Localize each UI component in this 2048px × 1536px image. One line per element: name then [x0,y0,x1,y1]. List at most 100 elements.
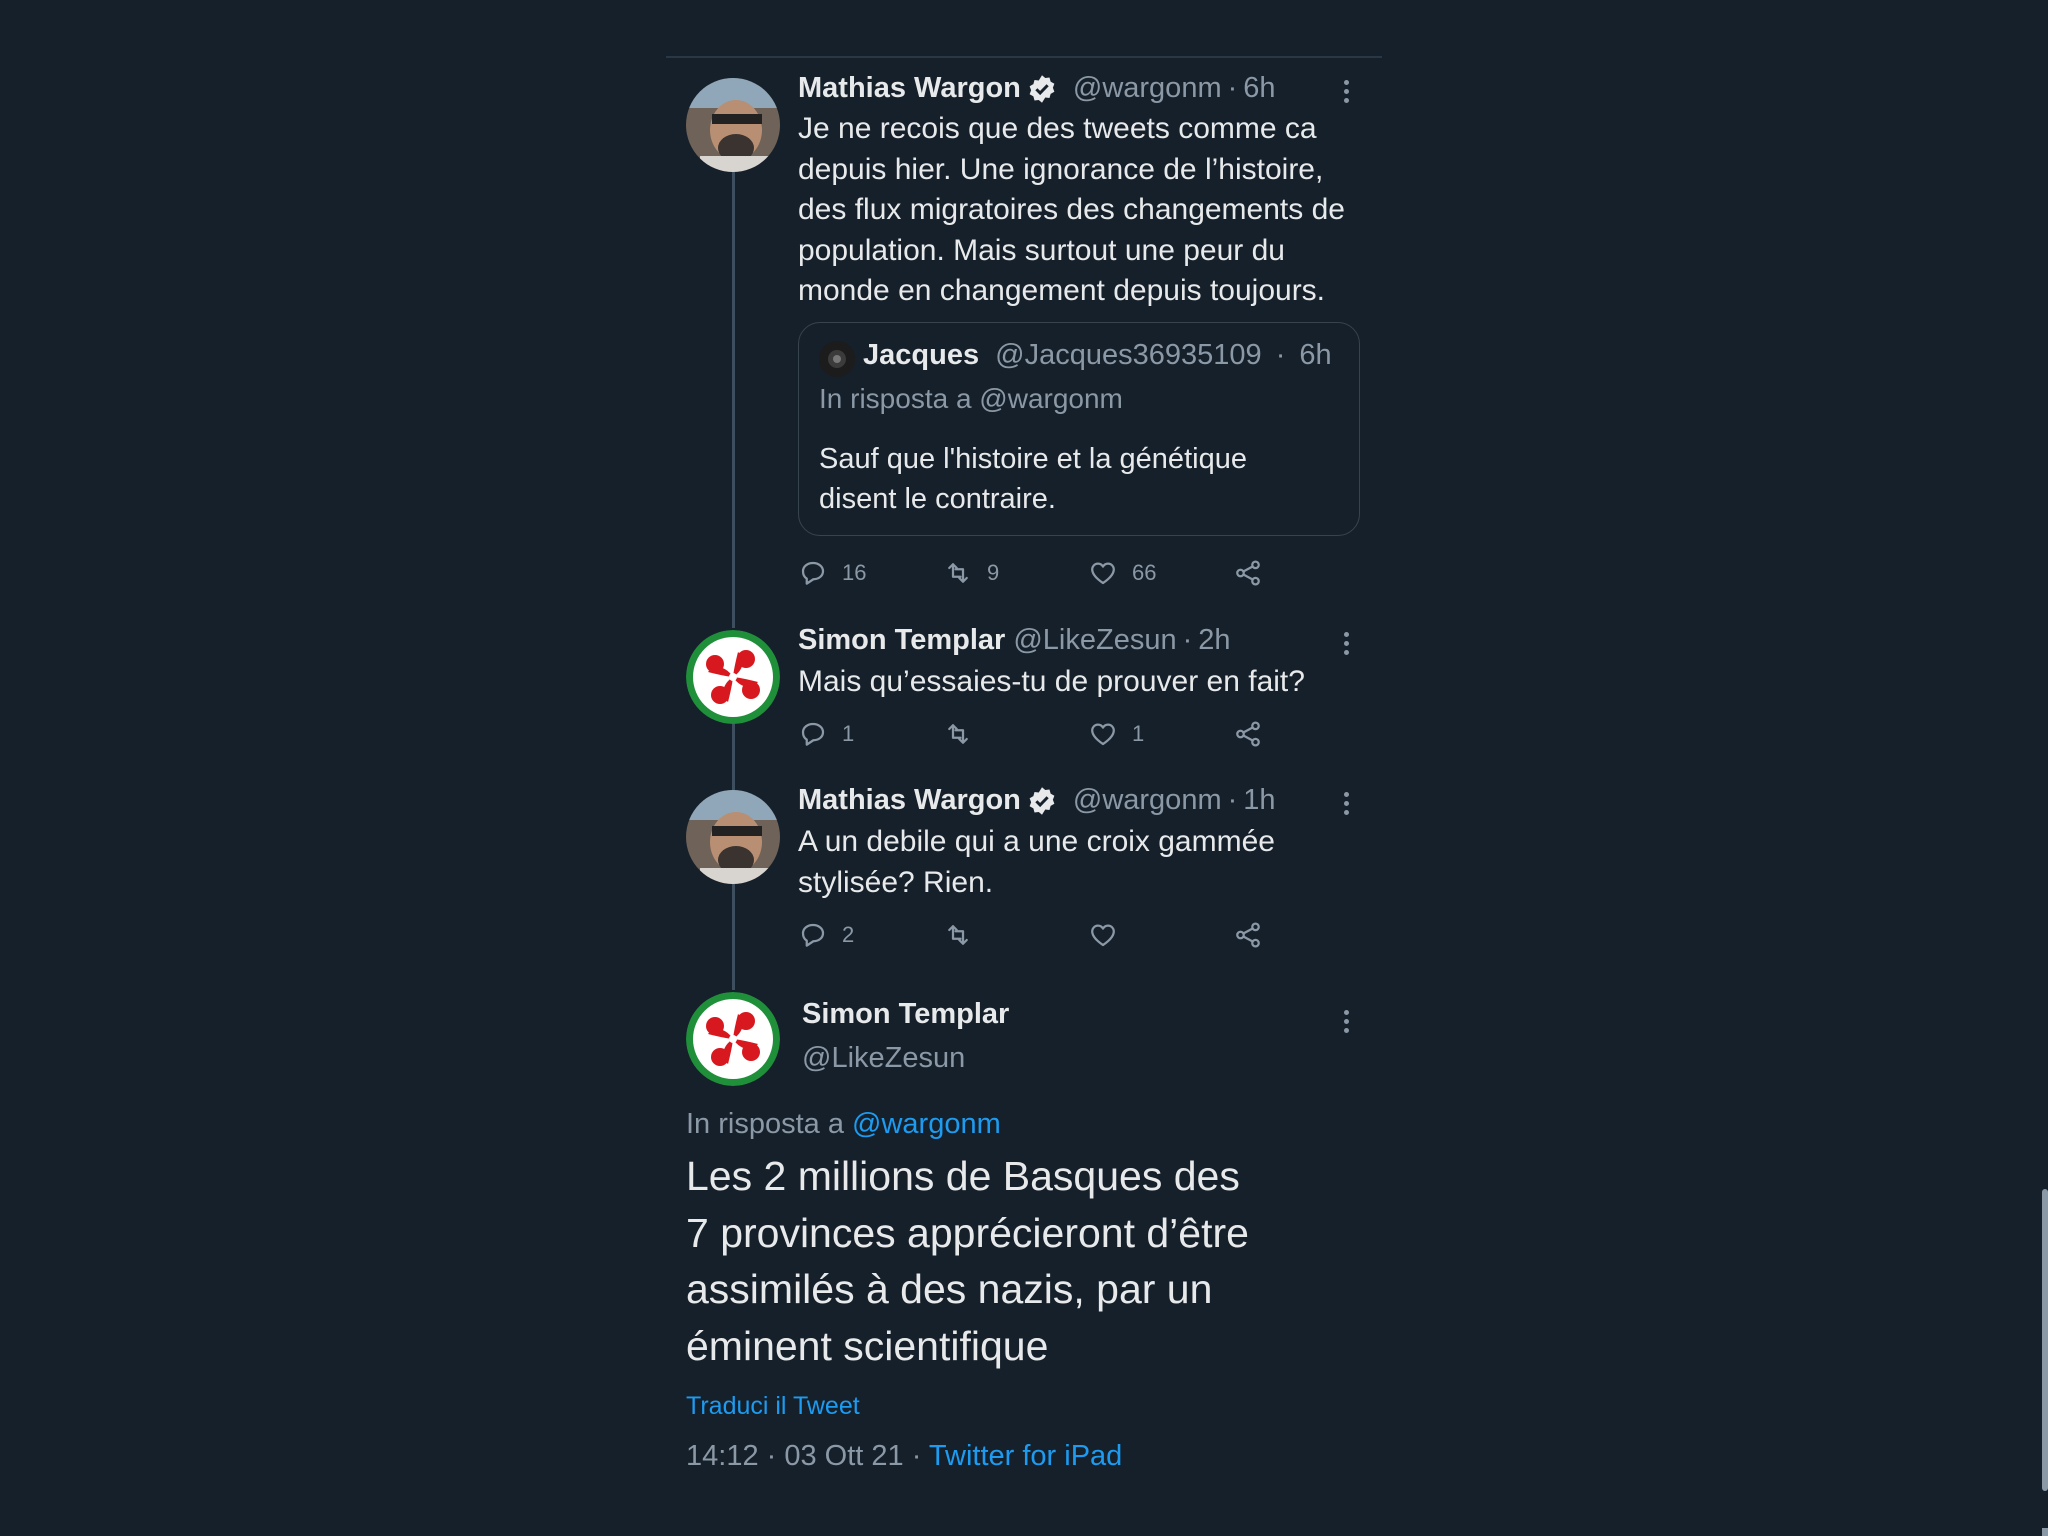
tweet-text: Je ne recois que des tweets comme ca dep… [798,109,1368,312]
share-button[interactable] [1233,918,1263,952]
text-line: Sauf que l'histoire et la génétique [819,443,1247,475]
quote-reply-context: In risposta a @wargonm [819,383,1123,414]
thread-connector [732,720,735,790]
tweet-header: Mathias Wargon @wargonm · 1h [798,784,1276,817]
like-button[interactable] [1088,918,1118,952]
quote-text: Sauf que l'histoire et la génétique dise… [819,439,1339,519]
translate-tweet-link[interactable]: Traduci il Tweet [686,1392,860,1421]
text-line: stylisée? Rien. [798,865,994,899]
tweet-actions: 2 [798,918,1278,952]
text-line: des flux migratoires des changements de [798,193,1345,226]
retweet-button[interactable] [943,717,987,751]
separator: · [1227,72,1238,104]
author-name[interactable]: Simon Templar [798,624,1005,657]
timestamp[interactable]: 2h [1198,624,1230,657]
text-line: A un debile qui a une croix gammée [798,825,1275,858]
reply-button[interactable]: 1 [798,717,854,751]
tweet-header: Mathias Wargon @wargonm · 6h [798,72,1276,105]
quote-header: Jacques @Jacques36935109 · 6h [863,339,1332,372]
share-button[interactable] [1233,556,1263,590]
avatar[interactable] [686,78,780,172]
reply-count: 16 [842,560,867,585]
author-handle[interactable]: @LikeZesun [802,1042,965,1075]
conversation-thread: Mathias Wargon @wargonm · 6h Je ne recoi… [666,0,2048,1536]
timestamp[interactable]: 6h [1243,72,1275,105]
retweet-count: 9 [987,560,1000,585]
text-line: population. Mais surtout une peur du [798,233,1285,267]
like-button[interactable]: 66 [1088,556,1156,590]
reply-icon [801,923,825,947]
tweet-actions: 1 1 [798,717,1278,751]
retweet-button[interactable] [943,918,973,952]
share-icon [1236,560,1260,586]
quote-author-name: Jacques [863,339,980,371]
like-count: 66 [1132,560,1157,585]
author-name[interactable]: Mathias Wargon [798,72,1021,105]
like-button[interactable]: 1 [1088,717,1144,751]
tweet-text: Les 2 millions de Basques des 7 province… [686,1148,1346,1374]
tweet-header: Simon Templar @LikeZesun · 2h [798,624,1231,657]
verified-badge-icon [1027,786,1057,816]
timestamp: 14:12 · 03 Ott 21 · [686,1440,929,1472]
quote-timestamp: 6h [1299,339,1332,371]
text-line: disent le contraire. [819,483,1056,515]
text-line: Mais qu’essaies-tu de prouver en fait? [798,665,1305,698]
top-divider [666,56,1382,58]
avatar[interactable] [686,630,780,724]
quote-avatar [819,341,855,377]
like-count: 1 [1132,721,1145,746]
retweet-icon [948,925,968,945]
share-button[interactable] [1233,717,1263,751]
avatar[interactable] [686,790,780,884]
tweet-text: Mais qu’essaies-tu de prouver en fait? [798,662,1368,703]
text-line: 7 provinces apprécieront d’être [686,1209,1249,1256]
retweet-icon [948,724,968,744]
more-icon[interactable] [1344,80,1352,107]
retweet-icon [948,563,968,583]
more-icon[interactable] [1344,1010,1352,1037]
share-icon [1236,721,1260,747]
reply-count: 1 [842,721,855,746]
scrollbar-track-end [2042,1528,2048,1536]
text-line: assimilés à des nazis, par un [686,1266,1213,1312]
reply-button[interactable]: 2 [798,918,854,952]
author-handle[interactable]: @wargonm [1073,72,1222,105]
timestamp[interactable]: 1h [1243,784,1275,817]
verified-badge-icon [1027,74,1057,104]
reply-count: 2 [842,922,855,947]
reply-handle-link[interactable]: @wargonm [852,1108,1001,1140]
scrollbar[interactable] [2042,1189,2048,1491]
reply-button[interactable]: 16 [798,556,866,590]
tweet-text: A un debile qui a une croix gammée styli… [798,822,1368,903]
author-name[interactable]: Simon Templar [802,998,1009,1031]
author-handle[interactable]: @wargonm [1073,784,1222,817]
thread-connector [732,882,735,990]
reply-context: In risposta a @wargonm [686,1108,1001,1141]
text-line: Je ne recois que des tweets comme ca [798,112,1317,145]
more-icon[interactable] [1344,632,1352,659]
text-line: Les 2 millions de Basques des [686,1153,1240,1199]
reply-prefix: In risposta a [686,1108,844,1140]
quote-author-handle: @Jacques36935109 [995,339,1262,371]
separator: · [1227,784,1238,816]
text-line: monde en changement depuis toujours. [798,274,1326,307]
text-line: éminent scientifique [686,1322,1049,1369]
tweet-actions: 16 9 66 [798,556,1278,590]
author-handle[interactable]: @LikeZesun [1013,624,1176,657]
reply-icon [801,561,825,585]
separator: · [1275,339,1286,371]
like-icon [1091,723,1115,746]
quoted-tweet[interactable]: Jacques @Jacques36935109 · 6h In rispost… [798,322,1360,536]
reply-icon [801,722,825,746]
avatar[interactable] [686,992,780,1086]
more-icon[interactable] [1344,792,1352,819]
thread-connector [732,172,735,628]
separator: · [1182,624,1193,656]
source-link[interactable]: Twitter for iPad [929,1440,1122,1472]
share-icon [1236,922,1260,948]
like-icon [1091,924,1115,947]
like-icon [1091,562,1115,585]
author-name[interactable]: Mathias Wargon [798,784,1021,817]
retweet-button[interactable]: 9 [943,556,999,590]
text-line: depuis hier. Une ignorance de l’histoire… [798,152,1324,186]
